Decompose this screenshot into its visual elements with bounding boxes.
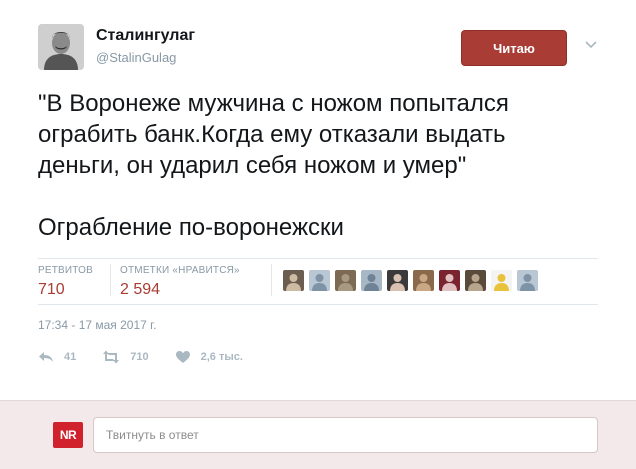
likes-label[interactable]: ОТМЕТКИ «НРАВИТСЯ» xyxy=(120,265,240,276)
stat-separator xyxy=(110,264,111,296)
nr-logo: NR xyxy=(53,422,83,448)
tweet-line: ограбить банк.Когда ему отказали выдать xyxy=(38,121,506,148)
divider xyxy=(38,304,598,305)
retweets-count[interactable]: 710 xyxy=(38,281,65,299)
tweet-tagline: Ограбление по-воронежски xyxy=(38,214,344,241)
tweet-actions: 41 710 2,6 тыс. xyxy=(38,350,269,364)
liker-avatar[interactable] xyxy=(465,270,486,291)
tweet-text: "В Воронеже мужчина с ножом попытался ог… xyxy=(38,88,618,243)
author-handle[interactable]: @StalinGulag xyxy=(96,50,176,65)
liker-avatar[interactable] xyxy=(413,270,434,291)
follow-button[interactable]: Читаю xyxy=(461,30,567,66)
author-avatar[interactable] xyxy=(38,24,84,70)
reply-bar: NR xyxy=(0,400,636,469)
reply-button[interactable]: 41 xyxy=(38,350,76,364)
divider xyxy=(38,258,598,259)
like-button[interactable]: 2,6 тыс. xyxy=(175,350,243,364)
likers-avatars xyxy=(283,270,538,291)
reply-count: 41 xyxy=(64,351,77,363)
liker-avatar[interactable] xyxy=(387,270,408,291)
retweets-label[interactable]: РЕТВИТОВ xyxy=(38,265,93,276)
liker-avatar[interactable] xyxy=(361,270,382,291)
retweet-icon xyxy=(103,350,120,364)
liker-avatar[interactable] xyxy=(335,270,356,291)
chevron-down-icon[interactable] xyxy=(584,38,598,52)
author-name[interactable]: Сталингулаг xyxy=(96,27,195,45)
tweet-timestamp[interactable]: 17:34 - 17 мая 2017 г. xyxy=(38,318,156,332)
retweet-count: 710 xyxy=(130,351,149,363)
liker-avatar[interactable] xyxy=(283,270,304,291)
retweet-button[interactable]: 710 xyxy=(102,350,149,364)
stat-separator xyxy=(271,264,272,296)
liker-avatar[interactable] xyxy=(309,270,330,291)
likes-count[interactable]: 2 594 xyxy=(120,281,160,299)
reply-icon xyxy=(39,352,53,362)
liker-avatar[interactable] xyxy=(491,270,512,291)
liker-avatar[interactable] xyxy=(517,270,538,291)
tweet-line: "В Воронеже мужчина с ножом попытался xyxy=(38,90,509,117)
reply-input[interactable] xyxy=(93,417,598,453)
like-count: 2,6 тыс. xyxy=(200,351,243,363)
tweet-line: деньги, он ударил себя ножом и умер" xyxy=(38,152,467,179)
heart-icon xyxy=(175,351,190,363)
liker-avatar[interactable] xyxy=(439,270,460,291)
